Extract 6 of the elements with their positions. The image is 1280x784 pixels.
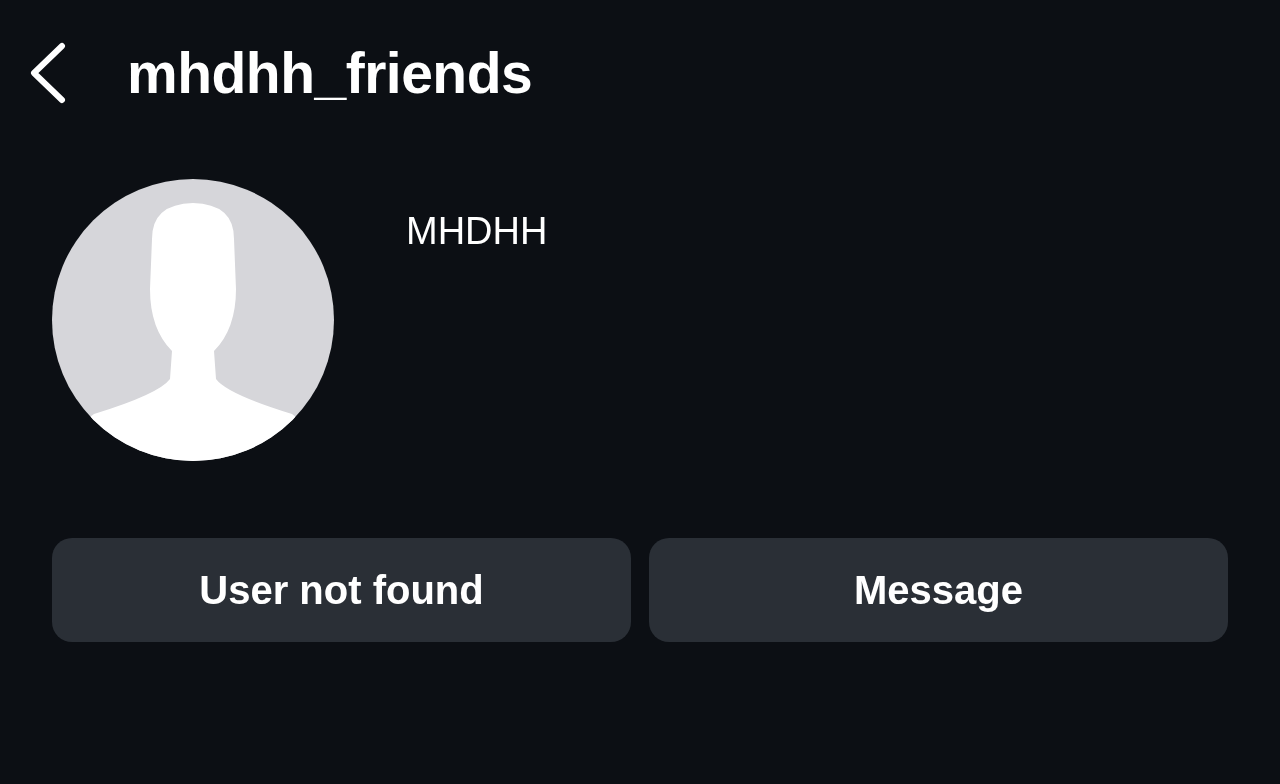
back-icon[interactable] — [28, 42, 68, 104]
profile-username: mhdhh_friends — [127, 41, 533, 105]
action-button[interactable]: Message — [649, 538, 1228, 642]
avatar-icon — [52, 179, 334, 461]
display-name: MHDHH — [406, 209, 548, 253]
action-button[interactable]: User not found — [52, 538, 631, 642]
